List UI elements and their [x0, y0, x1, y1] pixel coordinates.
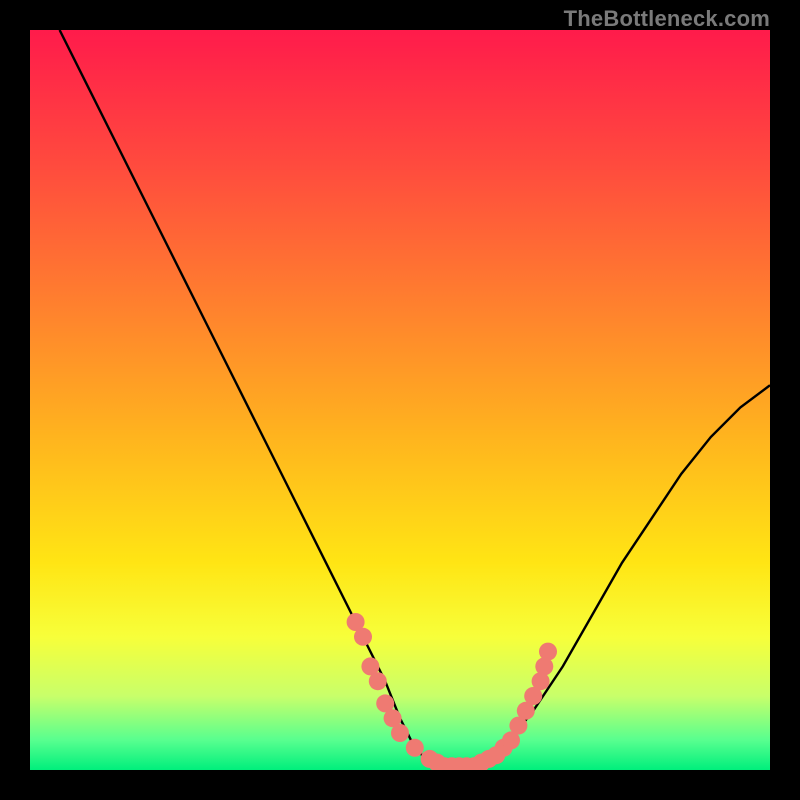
curve-layer: [30, 30, 770, 770]
highlight-markers: [347, 613, 557, 770]
highlight-dot: [539, 643, 557, 661]
highlight-dot: [369, 672, 387, 690]
highlight-dot: [354, 628, 372, 646]
highlight-dot: [406, 739, 424, 757]
plot-area: [30, 30, 770, 770]
chart-frame: TheBottleneck.com: [0, 0, 800, 800]
watermark-text: TheBottleneck.com: [564, 6, 770, 32]
bottleneck-curve: [60, 30, 770, 770]
highlight-dot: [391, 724, 409, 742]
